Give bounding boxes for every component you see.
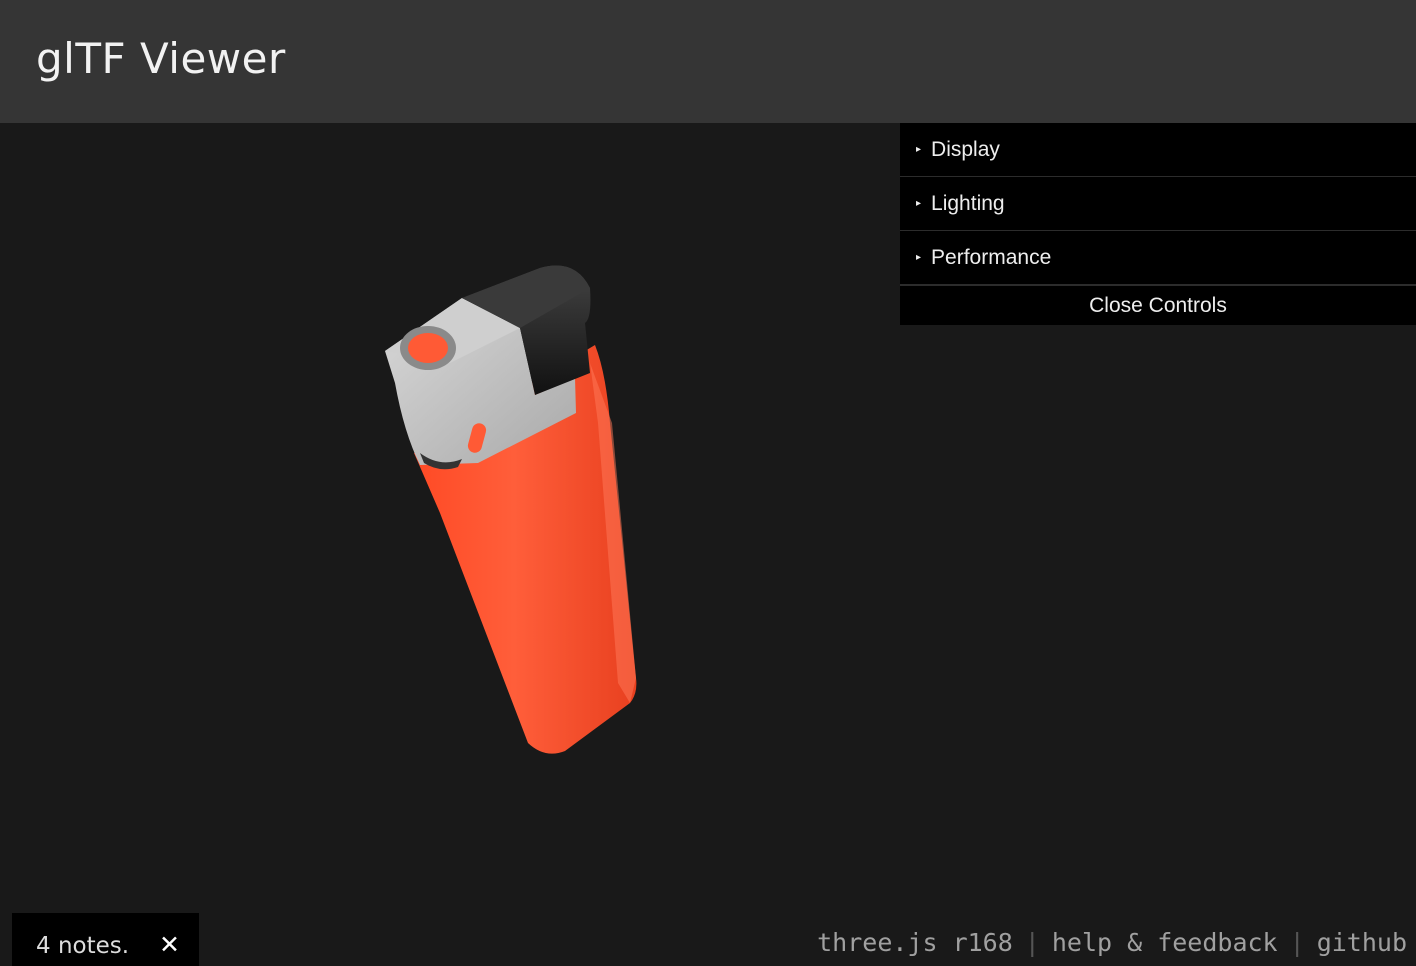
folder-performance-label: Performance: [931, 245, 1052, 269]
folder-performance[interactable]: ▸ Performance: [900, 231, 1416, 285]
footer-separator: |: [1289, 928, 1305, 957]
help-feedback-link[interactable]: help & feedback: [1052, 928, 1278, 957]
folder-lighting[interactable]: ▸ Lighting: [900, 177, 1416, 231]
footer-links: three.js r168 | help & feedback | github: [817, 928, 1407, 957]
app-header: glTF Viewer: [0, 0, 1416, 123]
footer-separator: |: [1024, 928, 1040, 957]
folder-lighting-label: Lighting: [931, 191, 1005, 215]
app-title: glTF Viewer: [36, 34, 286, 83]
expand-triangle-icon: ▸: [916, 144, 922, 155]
threejs-version-link[interactable]: three.js r168: [817, 928, 1013, 957]
expand-triangle-icon: ▸: [916, 252, 922, 263]
notes-toast: 4 notes. ✕: [12, 913, 199, 966]
folder-display-label: Display: [931, 137, 1000, 161]
folder-display[interactable]: ▸ Display: [900, 123, 1416, 177]
github-link[interactable]: github: [1317, 928, 1407, 957]
notes-text: 4 notes.: [36, 933, 130, 959]
close-icon[interactable]: ✕: [159, 930, 180, 959]
controls-panel: ▸ Display ▸ Lighting ▸ Performance Close…: [900, 123, 1416, 325]
close-controls-button[interactable]: Close Controls: [900, 285, 1416, 325]
expand-triangle-icon: ▸: [916, 198, 922, 209]
